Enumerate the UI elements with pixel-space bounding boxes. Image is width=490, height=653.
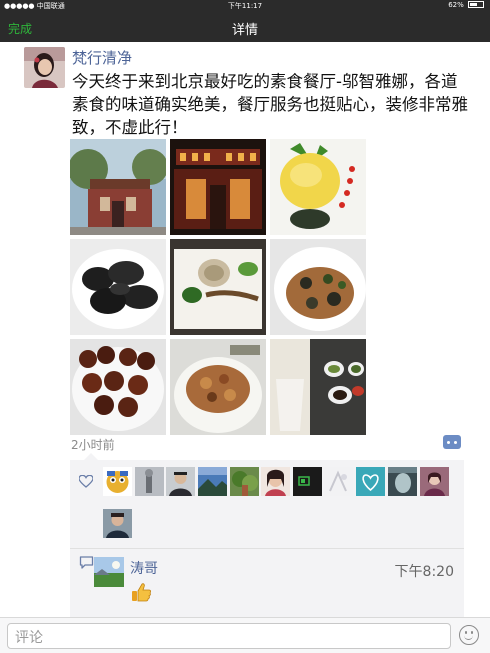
battery-percent: 62% [448,1,464,9]
status-bar: ●●●●● 中国联通 下午11:17 62% [0,0,490,12]
moment-detail: 梵行清净 今天终于来到北京最好吃的素食餐厅-邬智雅娜，各道素食的味道确实绝美，餐… [0,42,490,619]
battery-indicator: 62% [448,1,484,9]
fried-crispy-dish-photo[interactable] [170,339,266,435]
yellow-flower-dish-photo[interactable] [270,139,366,235]
more-actions-button[interactable] [443,435,461,449]
liker-1[interactable] [103,467,132,496]
comment-time: 下午8:20 [394,564,454,580]
stir-fried-mushrooms-photo[interactable] [270,239,366,335]
liker-9[interactable] [356,467,385,496]
liker-3[interactable] [166,467,195,496]
author-avatar[interactable] [24,47,65,88]
comment-input[interactable]: 评论 [7,623,451,649]
table-with-sauces-photo[interactable] [270,339,366,435]
liker-7[interactable] [293,467,322,496]
liker-11[interactable] [420,467,449,496]
comment-bar: 评论 [0,617,490,653]
liker-10[interactable] [388,467,417,496]
liker-2[interactable] [135,467,164,496]
liker-12[interactable] [103,509,132,538]
liker-5[interactable] [230,467,259,496]
rice-and-green-sauce-plate-photo[interactable] [170,239,266,335]
smiley-icon[interactable] [459,625,479,645]
heart-icon [79,475,93,488]
clock: 下午11:17 [227,2,263,10]
restaurant-exterior-photo[interactable] [70,139,166,235]
liker-8[interactable] [324,467,353,496]
post-text: 今天终于来到北京最好吃的素食餐厅-邬智雅娜，各道素食的味道确实绝美，餐厅服务也挺… [72,72,468,137]
nav-bar: 完成 详情 [0,12,490,42]
dark-dumplings-photo[interactable] [70,239,166,335]
comment-bubble-icon [79,556,94,569]
commenter-name[interactable]: 涛哥 [130,558,158,578]
commenter-avatar[interactable] [94,557,124,587]
liker-4[interactable] [198,467,227,496]
battery-icon [468,1,484,8]
post-time: 2小时前 [71,438,115,452]
restaurant-night-facade-photo[interactable] [170,139,266,235]
likes-list [70,453,464,548]
glazed-rolls-photo[interactable] [70,339,166,435]
comments-list: 涛哥 下午8:20 [70,549,464,619]
page-title: 详情 [231,23,258,38]
liker-6[interactable] [261,467,290,496]
author-name[interactable]: 梵行清净 [72,47,132,68]
thumbs-up-icon [132,583,152,602]
